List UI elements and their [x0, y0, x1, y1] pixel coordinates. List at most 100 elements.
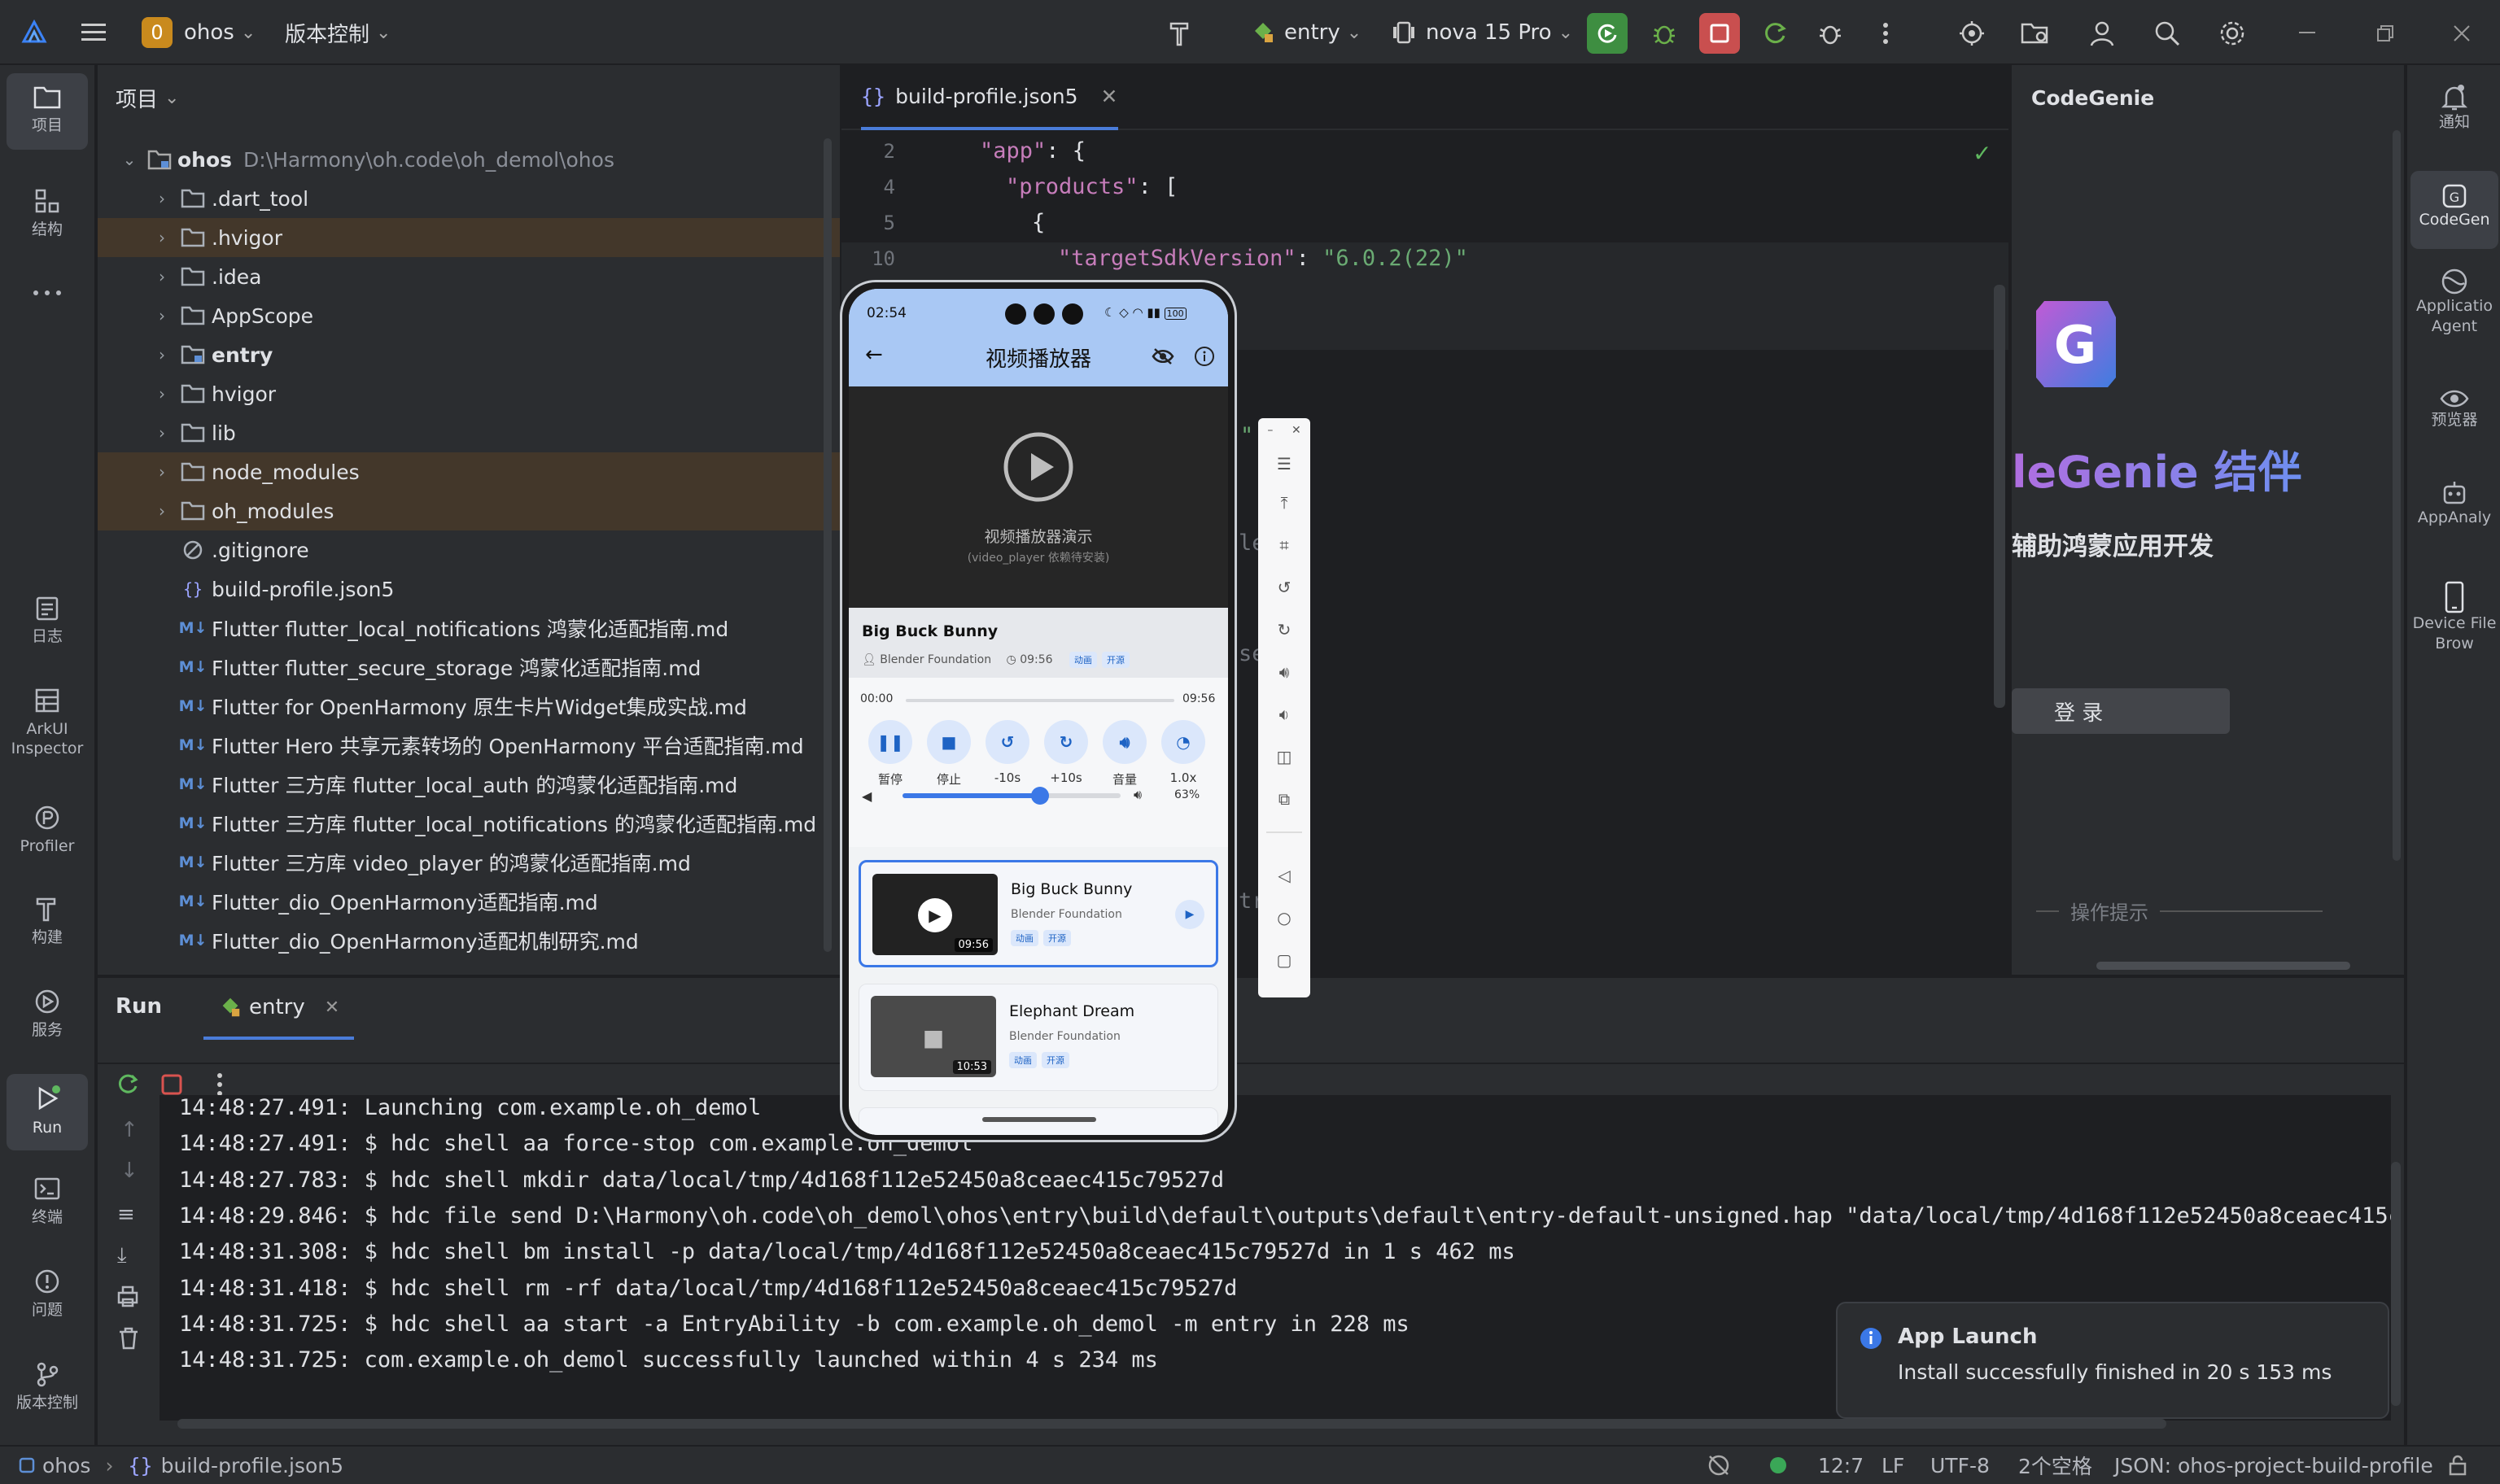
close-window-icon[interactable] — [2441, 13, 2482, 54]
tree-item[interactable]: › entry — [98, 335, 840, 374]
console-vscrollbar[interactable] — [2391, 1162, 2401, 1406]
project-scrollbar[interactable] — [824, 138, 832, 952]
tool-profiler[interactable]: Profiler — [7, 804, 88, 856]
collapsed-arrow-icon[interactable]: › — [150, 306, 174, 325]
collapsed-arrow-icon[interactable]: › — [150, 501, 174, 521]
code-line-4[interactable]: "products": [ — [1006, 174, 1178, 199]
tree-item[interactable]: M↓ Flutter_dio_OpenHarmony适配指南.md — [98, 882, 840, 921]
target-icon[interactable] — [1951, 13, 1992, 54]
tool-log[interactable]: 日志 — [7, 594, 88, 646]
restore-window-icon[interactable] — [2365, 13, 2406, 54]
menu-icon[interactable]: ☰ — [1258, 446, 1310, 482]
tree-item[interactable]: › lib — [98, 413, 840, 452]
tree-item[interactable]: M↓ Flutter flutter_secure_storage 鸿蒙化适配指南… — [98, 648, 840, 687]
build-hammer-icon[interactable] — [1160, 13, 1201, 54]
tool-project[interactable]: 项目 — [7, 73, 88, 150]
tool-structure[interactable]: 结构 — [7, 187, 88, 239]
collapsed-arrow-icon[interactable]: › — [150, 345, 174, 364]
more-actions-icon[interactable] — [1865, 13, 1906, 54]
codegenie-scrollbar[interactable] — [2096, 962, 2350, 970]
tree-item[interactable]: › .hvigor — [98, 218, 840, 257]
code-line-10[interactable]: "targetSdkVersion": "6.0.2(22)" — [1058, 246, 1468, 271]
nav-recents-icon[interactable]: ▢ — [1258, 942, 1310, 978]
tool-vcs[interactable]: 版本控制 — [7, 1360, 88, 1412]
progress-track[interactable] — [906, 699, 1174, 702]
volume-up-icon[interactable]: 🔊︎ — [1258, 654, 1310, 690]
soft-wrap-icon[interactable]: ≡ — [117, 1202, 135, 1227]
volume-thumb[interactable] — [1030, 787, 1049, 805]
project-panel-header[interactable]: 项目 ⌄ — [116, 83, 179, 113]
tree-root[interactable]: ⌄ ohos D:\Harmony\oh.code\oh_demol\ohos — [98, 140, 840, 179]
no-tracking-icon[interactable] — [1706, 1447, 1732, 1484]
indent-setting[interactable]: 2个空格 — [2018, 1447, 2092, 1484]
playlist-item[interactable]: ▶ 09:56 Big Buck Bunny Blender Foundation 动画… — [859, 860, 1218, 967]
entry-run-tab[interactable]: entry ✕ — [203, 978, 355, 1040]
tree-item[interactable]: › .idea — [98, 257, 840, 296]
rerun-button[interactable] — [1587, 13, 1628, 54]
nav-home-icon[interactable]: ○ — [1258, 900, 1310, 936]
info-icon[interactable] — [1194, 346, 1215, 367]
pin-top-icon[interactable]: ⤒ — [1258, 485, 1310, 521]
rotate-right-icon[interactable]: ↻ — [1258, 612, 1310, 648]
tree-item[interactable]: M↓ Flutter for OpenHarmony 原生卡片Widget集成实战… — [98, 687, 840, 726]
folder-search-icon[interactable] — [2015, 13, 2056, 54]
tool-app-agent[interactable]: Applicatio Agent — [2410, 267, 2498, 337]
hide-eye-icon[interactable] — [1152, 347, 1174, 365]
rotate-left-icon[interactable]: ↺ — [1258, 570, 1310, 605]
account-icon[interactable] — [2082, 13, 2122, 54]
tool-previewer[interactable]: 预览器 — [2410, 387, 2498, 430]
nav-back-icon[interactable]: ◁ — [1258, 858, 1310, 893]
collapsed-arrow-icon[interactable]: › — [150, 267, 174, 286]
stop-button[interactable] — [1699, 13, 1740, 54]
more-actions-icon[interactable] — [216, 1072, 223, 1097]
editor-scrollbar[interactable] — [1994, 285, 2005, 708]
tree-item[interactable]: M↓ Flutter 三方库 flutter_local_notification… — [98, 804, 840, 843]
code-line-2[interactable]: "app": { — [980, 138, 1086, 164]
debug-button[interactable] — [1644, 13, 1685, 54]
playlist-item[interactable]: ■ 10:53 Elephant Dream Blender Foundation 动画… — [859, 984, 1218, 1091]
breadcrumb-root[interactable]: ohos — [42, 1454, 90, 1477]
code-line-5[interactable]: { — [1032, 210, 1045, 235]
play-item-icon[interactable]: ▶ — [1175, 900, 1204, 929]
tree-item[interactable]: › hvigor — [98, 374, 840, 413]
project-switcher[interactable]: 0 ohos ⌄ — [142, 11, 256, 54]
tree-item[interactable]: .gitignore — [98, 530, 840, 570]
search-icon[interactable] — [2147, 13, 2188, 54]
stop-button[interactable]: ■ — [927, 720, 971, 764]
minimize-icon[interactable]: – — [1267, 424, 1273, 437]
volume-down-icon[interactable]: 🔉︎ — [1258, 696, 1310, 732]
caret-position[interactable]: 12:7 — [1818, 1447, 1864, 1484]
tree-item[interactable]: {} build-profile.json5 — [98, 570, 840, 609]
tree-item[interactable]: M↓ Flutter_dio_OpenHarmony适配机制研究.md — [98, 921, 840, 960]
collapsed-arrow-icon[interactable]: › — [150, 228, 174, 247]
screenshot-icon[interactable]: ⧉ — [1258, 781, 1310, 817]
editor-tab[interactable]: {} build-profile.json5 ✕ — [861, 65, 1118, 130]
scroll-to-end-icon[interactable]: ⤓ — [117, 1243, 127, 1268]
close-tab-icon[interactable]: ✕ — [325, 997, 339, 1018]
attach-debugger-button[interactable] — [1810, 13, 1851, 54]
apply-changes-button[interactable] — [1755, 13, 1795, 54]
tool-build[interactable]: 构建 — [7, 895, 88, 947]
close-icon[interactable]: ✕ — [1292, 424, 1301, 437]
crop-icon[interactable]: ⌗ — [1258, 527, 1310, 563]
tool-arkui-inspector[interactable]: ArkUI Inspector — [7, 687, 88, 758]
tree-item[interactable]: M↓ Flutter 三方库 flutter_local_auth 的鸿蒙化适配指… — [98, 765, 840, 804]
collapsed-arrow-icon[interactable]: › — [150, 189, 174, 208]
settings-gear-icon[interactable] — [2212, 13, 2253, 54]
tree-item[interactable]: M↓ Flutter flutter_local_notifications 鸿蒙… — [98, 609, 840, 648]
line-separator[interactable]: LF — [1882, 1447, 1904, 1484]
main-menu-icon[interactable] — [80, 11, 107, 54]
breadcrumb-file[interactable]: build-profile.json5 — [161, 1454, 343, 1477]
tool-services[interactable]: 服务 — [7, 988, 88, 1040]
tool-terminal[interactable]: 终端 — [7, 1175, 88, 1227]
json-schema[interactable]: JSON: ohos-project-build-profile — [2114, 1447, 2433, 1484]
codegenie-vscrollbar[interactable] — [2393, 130, 2401, 861]
volume-button[interactable]: 🔊︎ — [1103, 720, 1147, 764]
tree-item[interactable]: M↓ Flutter Hero 共享元素转场的 OpenHarmony 平台适配指… — [98, 726, 840, 765]
lock-icon[interactable] — [2446, 1447, 2469, 1484]
minimize-window-icon[interactable] — [2287, 13, 2327, 54]
volume-slider[interactable] — [903, 787, 1121, 805]
login-button[interactable]: 登 录 — [2012, 688, 2230, 734]
speed-button[interactable]: ◔ — [1161, 720, 1205, 764]
print-icon[interactable] — [116, 1284, 140, 1308]
